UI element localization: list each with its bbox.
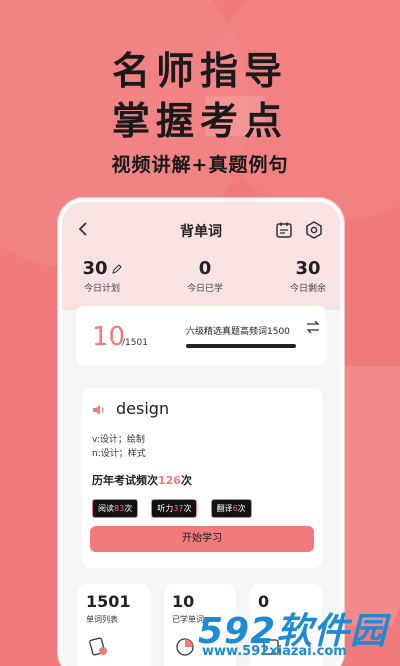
plan-total: /1501 (122, 338, 148, 348)
pie-chart-icon (176, 638, 194, 656)
frequency-count: 126 (158, 474, 181, 487)
stat-value: 30 (82, 258, 108, 279)
word-card: design v:设计；绘制 n:设计；样式 历年考试频次126次 阅读83次 … (82, 388, 322, 568)
word-definition: n:设计；样式 (92, 449, 146, 459)
word-list-icon (89, 637, 107, 656)
speaker-icon (93, 405, 104, 415)
watermark-url: www.592xiazai.com (202, 644, 347, 659)
word-definition: v:设计；绘制 (92, 435, 145, 445)
word-list-card[interactable]: 1501 单词列表 (78, 584, 150, 666)
tag-translation: 翻译6次 (210, 499, 252, 518)
stat-label: 今日已学 (186, 284, 223, 294)
switch-book-button[interactable] (306, 320, 320, 334)
stat-value: 0 (198, 258, 212, 279)
word-text: design (116, 399, 170, 418)
settings-button[interactable] (304, 220, 324, 240)
app-screen: 背单词 30 今日计划 0 今日已学 30 今日剩余 10 /1501 六级精选… (62, 202, 340, 666)
stat-label: 今日计划 (83, 284, 120, 294)
phone-frame: 背单词 30 今日计划 0 今日已学 30 今日剩余 10 /1501 六级精选… (58, 198, 344, 666)
nav-bar: 背单词 (62, 212, 340, 248)
frequency-tags: 阅读83次 听力37次 翻译6次 (92, 496, 260, 518)
exam-frequency: 历年考试频次126次 (92, 474, 192, 487)
stat-value: 30 (295, 258, 321, 279)
swap-arrows-icon (306, 320, 320, 334)
stat-learned: 0 今日已学 (165, 258, 245, 294)
tag-reading: 阅读83次 (92, 499, 139, 518)
book-name: 六级精选真题高频词1500 (186, 327, 290, 337)
stat-label: 今日剩余 (289, 284, 326, 294)
pencil-icon (111, 264, 122, 274)
card-value: 1501 (86, 592, 131, 611)
card-label: 单词列表 (86, 615, 118, 624)
headline-line1: 名师指导 (111, 49, 288, 93)
stat-remaining: 30 今日剩余 (268, 258, 340, 294)
plan-progress: 10 (92, 322, 126, 352)
headline-line2: 掌握考点 (111, 99, 288, 143)
stat-plan[interactable]: 30 今日计划 (62, 258, 142, 294)
start-learning-button[interactable]: 开始学习 (90, 526, 314, 552)
tag-listening: 听力37次 (151, 499, 198, 518)
hexagon-gear-icon (306, 221, 322, 239)
calendar-icon (276, 222, 292, 238)
play-audio-button[interactable] (92, 402, 106, 416)
daily-stats: 30 今日计划 0 今日已学 30 今日剩余 (62, 258, 340, 298)
headline-line3: 视频讲解+真题例句 (111, 154, 289, 176)
watermark: 592软件园 www.592xiazai.com (198, 602, 398, 662)
page-title: 背单词 (180, 224, 222, 240)
plan-card[interactable]: 10 /1501 六级精选真题高频词1500 (76, 306, 326, 366)
calendar-button[interactable] (274, 220, 294, 240)
progress-bar (186, 344, 296, 348)
card-value: 10 (172, 592, 195, 611)
